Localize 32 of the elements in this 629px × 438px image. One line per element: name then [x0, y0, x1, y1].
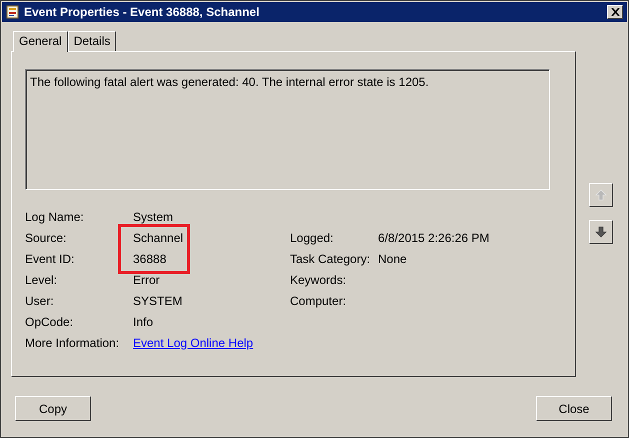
field-label: Computer: — [290, 294, 348, 308]
field-value: None — [378, 252, 407, 266]
field-label: OpCode: — [25, 314, 74, 328]
field-value: 6/8/2015 2:26:26 PM — [378, 230, 490, 244]
next-event-button[interactable] — [589, 220, 613, 244]
field-value: SYSTEM — [133, 294, 182, 308]
field-label: More Information: — [25, 336, 120, 350]
field-label: Event ID: — [25, 252, 76, 266]
help-link[interactable]: Event Log Online Help — [133, 336, 254, 350]
down-arrow-icon — [595, 226, 607, 238]
field-value: System — [133, 210, 174, 224]
field-value: Info — [133, 314, 154, 328]
event-log-icon — [6, 5, 20, 19]
field-label: Level: — [25, 272, 58, 286]
event-description: The following fatal alert was generated: 40. The internal error state is 1205. — [30, 75, 429, 89]
field-label: Keywords: — [290, 272, 348, 286]
field-label: Log Name: — [25, 210, 85, 224]
window-title: Event Properties - Event 36888, Schannel — [24, 5, 260, 19]
close-dialog-button[interactable]: Close — [536, 396, 612, 421]
copy-button[interactable]: Copy — [15, 396, 91, 421]
up-arrow-icon — [595, 189, 607, 201]
field-value: 36888 — [133, 252, 166, 266]
field-label: Task Category: — [290, 252, 372, 266]
tab[interactable]: Details — [68, 31, 116, 51]
field-value: Error — [133, 272, 160, 286]
field-label: Source: — [25, 230, 68, 244]
field-label: User: — [25, 294, 55, 308]
close-button[interactable] — [607, 5, 623, 19]
field-label: Logged: — [290, 230, 334, 244]
field-value: Schannel — [133, 230, 184, 244]
tab[interactable]: General — [13, 31, 68, 52]
close-icon — [610, 8, 620, 16]
